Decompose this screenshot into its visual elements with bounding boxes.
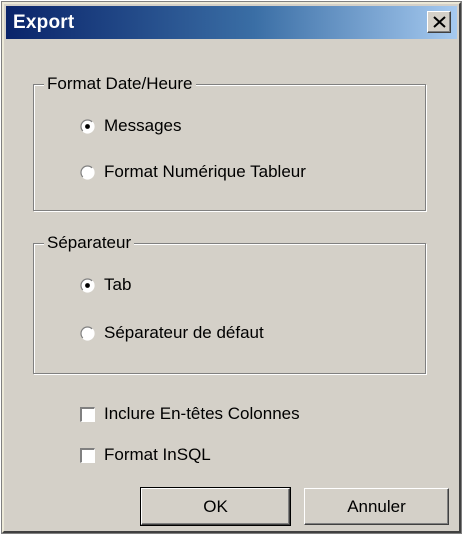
radio-format-numerique-label: Format Numérique Tableur [104,162,306,181]
checkbox-icon [79,446,96,464]
format-date-group-label: Format Date/Heure [44,74,196,94]
dialog-title: Export [13,12,75,33]
checkbox-inclure-entetes[interactable]: Inclure En-têtes Colonnes [79,404,300,424]
checkbox-format-insql-label: Format InSQL [104,445,211,464]
radio-tab[interactable]: Tab [80,275,131,295]
close-button[interactable] [427,11,451,33]
radio-separateur-defaut[interactable]: Séparateur de défaut [80,323,264,343]
radio-selected-icon [80,118,95,134]
checkbox-icon [79,405,96,423]
radio-unselected-icon [80,325,95,341]
separator-group-label: Séparateur [44,233,135,253]
cancel-button[interactable]: Annuler [304,488,449,525]
checkbox-inclure-entetes-label: Inclure En-têtes Colonnes [104,404,300,423]
radio-tab-label: Tab [104,275,132,294]
close-icon [433,16,446,28]
radio-separateur-defaut-label: Séparateur de défaut [104,323,264,342]
radio-unselected-icon [80,164,95,180]
radio-format-numerique[interactable]: Format Numérique Tableur [80,162,306,182]
title-bar: Export [6,6,457,39]
radio-messages-label: Messages [104,116,182,135]
radio-selected-icon [80,277,95,293]
checkbox-format-insql[interactable]: Format InSQL [79,445,211,465]
separator-group: Séparateur [33,233,426,374]
format-date-group: Format Date/Heure [33,74,426,211]
radio-messages[interactable]: Messages [80,116,181,136]
export-dialog: Export Format Date/Heure Messages Format… [1,1,462,534]
ok-button[interactable]: OK [140,487,291,526]
